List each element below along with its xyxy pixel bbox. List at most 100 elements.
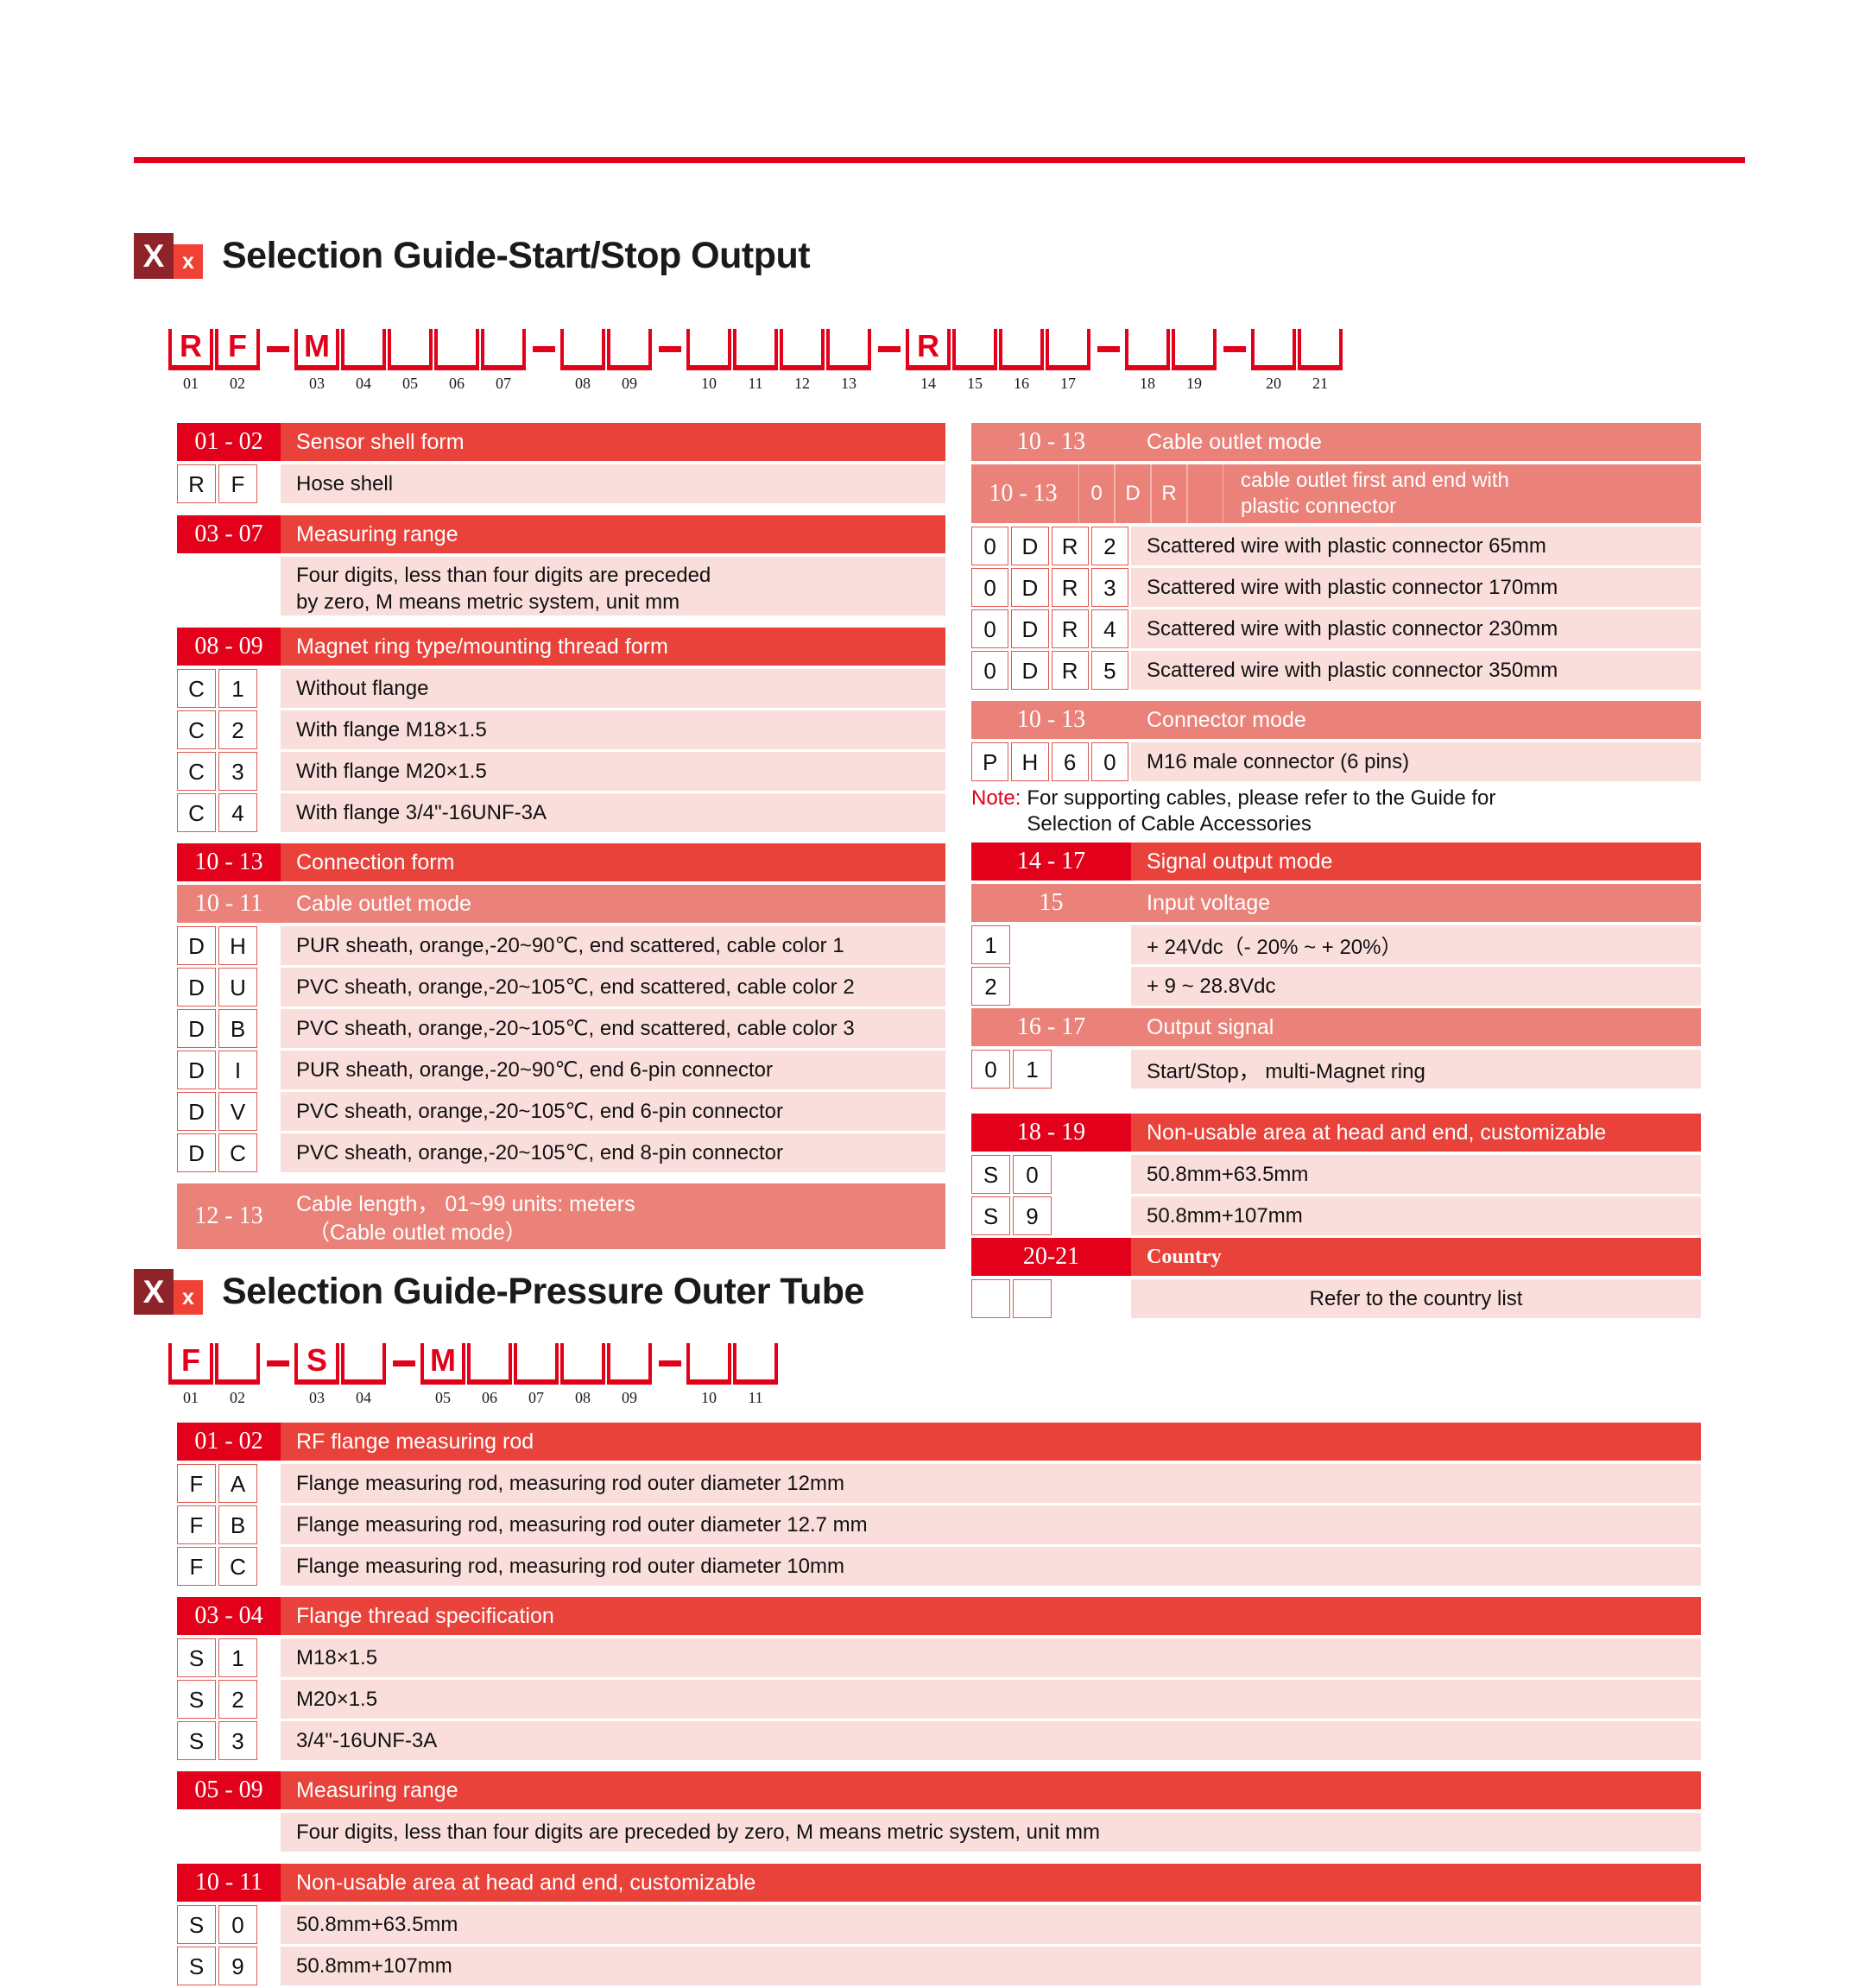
part-number-position-label: 20 [1266, 375, 1281, 392]
group-code: 08 - 09 [177, 628, 281, 666]
inline-code-box: R [1151, 464, 1187, 523]
part-number-slot [999, 329, 1044, 370]
code-cell-group: S0 [177, 1905, 281, 1944]
sub-group-code: 10 - 13 [971, 701, 1131, 739]
part-number-slot-char: S [306, 1342, 327, 1378]
part-number-slot-char: R [917, 328, 939, 363]
section-2-title: X x Selection Guide-Pressure Outer Tube [134, 1269, 864, 1315]
part-number-position-label: 09 [622, 1389, 637, 1406]
code-cell-group: DV [177, 1092, 281, 1132]
code-box: H [1011, 742, 1049, 781]
part-number-position-label: 21 [1312, 375, 1328, 392]
sub-group-code: 10 - 13 [971, 423, 1131, 461]
row-description: With flange M18×1.5 [281, 710, 945, 750]
inline-code-boxes: 0DR [1075, 464, 1227, 523]
sub-group-code: 10 - 13 [971, 464, 1075, 523]
sub-group-code: 12 - 13 [177, 1183, 281, 1250]
part-number-slot: M [294, 329, 339, 370]
group-rows: 0 D R 2 Scattered wire with plastic connecto… [971, 527, 1701, 690]
part-number-separator [393, 1360, 415, 1366]
part-number-position-label: 05 [402, 375, 418, 392]
code-box: 4 [1090, 609, 1128, 648]
code-box: V [218, 1092, 257, 1132]
sub-group-header-row: 10 - 13 Cable outlet mode [971, 423, 1701, 461]
code-cell-group: DB [177, 1009, 281, 1049]
code-box: 2 [218, 710, 257, 750]
sub-group-description: cable outlet first and end with plastic … [1227, 464, 1701, 523]
table-row: F C Flange measuring rod, measuring rod ou… [177, 1547, 1701, 1586]
part-number-slot: R [906, 329, 951, 370]
code-box: D [1011, 609, 1049, 648]
table-row: D V PVC sheath, orange,-20~105℃, end 6-pin… [177, 1092, 945, 1132]
group-header-row: 01 - 02 RF flange measuring rod [177, 1423, 1701, 1461]
code-cell-group: 0DR4 [971, 609, 1131, 648]
table-row: S 0 50.8mm+63.5mm [971, 1155, 1701, 1194]
part-number-position-label: 14 [920, 375, 936, 392]
part-number-slot-char: M [304, 328, 330, 363]
code-box: S [177, 1638, 216, 1677]
row-description: 3/4"-16UNF-3A [281, 1721, 1701, 1760]
note-label: Note: [971, 786, 1021, 810]
code-box: 0 [1090, 742, 1128, 781]
table-row: R F Hose shell [177, 464, 945, 503]
group-code: 20-21 [971, 1238, 1131, 1276]
code-box: 1 [1013, 1050, 1052, 1089]
code-box: C [177, 752, 216, 792]
code-box: P [971, 742, 1009, 781]
row-description: With flange M20×1.5 [281, 752, 945, 792]
table-row: 0 D R 3 Scattered wire with plastic connecto… [971, 568, 1701, 607]
group-header-row: 10 - 11 Non-usable area at head and end,… [177, 1864, 1701, 1902]
section-2-table: 01 - 02 RF flange measuring rod F A Flange… [177, 1423, 1701, 1988]
code-cell-group: C4 [177, 793, 281, 833]
code-cell-group: PH60 [971, 742, 1131, 781]
code-box: 0 [971, 568, 1009, 607]
group-header-row: 20-21 Country [971, 1238, 1701, 1276]
code-box: S [177, 1721, 216, 1760]
group-code: 01 - 02 [177, 1423, 281, 1461]
logo-primary-letter: X [134, 233, 174, 279]
group-label: Magnet ring type/mounting thread form [281, 628, 945, 666]
group-label: Sensor shell form [281, 423, 945, 461]
part-number-separator [1223, 346, 1246, 352]
code-cell-group: C2 [177, 710, 281, 750]
group-code: 01 - 02 [177, 423, 281, 461]
part-number-slot [215, 1343, 260, 1385]
section-1-title: X x Selection Guide-Start/Stop Output [134, 233, 811, 279]
part-number-slot [1251, 329, 1296, 370]
code-box: A [218, 1464, 257, 1503]
table-row: C 1 Without flange [177, 669, 945, 709]
row-description: Scattered wire with plastic connector 35… [1131, 651, 1701, 690]
note-text-line-1: For supporting cables, please refer to t… [1027, 786, 1496, 810]
part-number-slot [341, 1343, 386, 1385]
group-header-row: 01 - 02 Sensor shell form [177, 423, 945, 461]
code-box [971, 1279, 1010, 1318]
code-cell-group: S2 [177, 1680, 281, 1719]
code-box: D [177, 968, 216, 1007]
part-number-position-label: 07 [528, 1389, 544, 1406]
code-cell-group: S3 [177, 1721, 281, 1760]
part-number-slot [686, 329, 731, 370]
row-description: Start/Stop， multi-Magnet ring [1131, 1050, 1701, 1089]
part-number-slot: M [420, 1343, 465, 1385]
group-rows: S 0 50.8mm+63.5mm S 9 50.8mm+107mm [177, 1905, 1701, 1985]
part-number-position-label: 12 [794, 375, 810, 392]
part-number-slot [467, 1343, 512, 1385]
part-number-slot [733, 1343, 778, 1385]
group-header-row: 05 - 09 Measuring range [177, 1771, 1701, 1809]
code-cell-group: 0DR2 [971, 527, 1131, 565]
part-number-slot [1172, 329, 1217, 370]
part-number-slot [733, 329, 778, 370]
row-description: M20×1.5 [281, 1680, 1701, 1719]
code-box [1013, 1279, 1052, 1318]
row-description: M16 male connector (6 pins) [1131, 742, 1701, 781]
part-number-slot-char: F [228, 328, 247, 363]
part-number-position-label: 16 [1014, 375, 1029, 392]
group-rows: Refer to the country list [971, 1279, 1701, 1318]
group-header-row: 03 - 04 Flange thread specification [177, 1597, 1701, 1635]
row-description: 50.8mm+107mm [281, 1947, 1701, 1985]
table-row: D H PUR sheath, orange,-20~90℃, end scatte… [177, 926, 945, 966]
code-box: R [1051, 568, 1089, 607]
logo-primary-letter: X [134, 1269, 174, 1315]
sub-group-header-row: 15 Input voltage [971, 884, 1701, 922]
part-number-slot-char: R [180, 328, 202, 363]
